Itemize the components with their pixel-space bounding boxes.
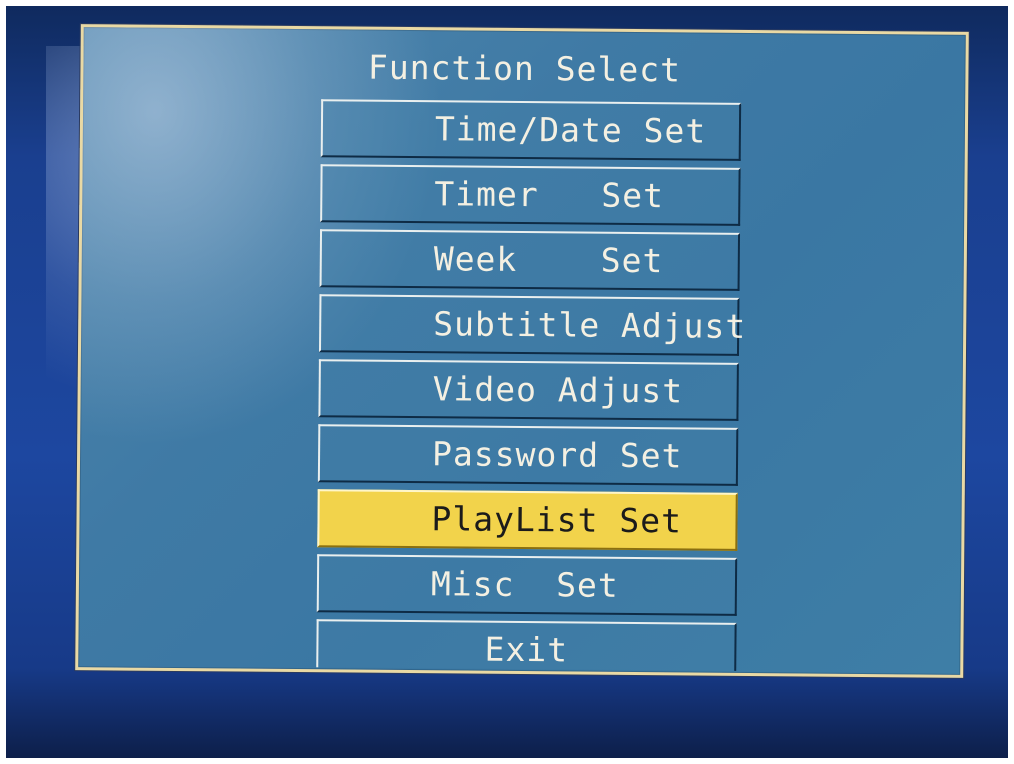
menu-item-label: Subtitle Adjust xyxy=(433,304,747,346)
menu-item-label: Timer Set xyxy=(434,174,665,216)
menu-item-label: Time/Date Set xyxy=(434,109,707,151)
menu-item-time-date-set[interactable]: Time/Date Set xyxy=(320,99,742,161)
menu-item-playlist-set[interactable]: PlayList Set xyxy=(317,489,738,551)
menu-item-timer-set[interactable]: Timer Set xyxy=(320,164,741,226)
tv-screen: Function Select Time/Date Set Timer Set … xyxy=(6,6,1008,758)
menu-item-label: Week Set xyxy=(433,239,664,281)
menu-item-label: PlayList Set xyxy=(431,499,683,541)
menu-item-misc-set[interactable]: Misc Set xyxy=(316,554,738,616)
menu-title: Function Select xyxy=(367,47,682,90)
menu-item-video-adjust[interactable]: Video Adjust xyxy=(318,359,739,421)
menu-list: Time/Date Set Timer Set Week Set Subtitl… xyxy=(316,99,746,678)
menu-item-label: Password Set xyxy=(431,434,683,476)
menu-item-week-set[interactable]: Week Set xyxy=(319,229,741,291)
menu-item-password-set[interactable]: Password Set xyxy=(317,424,739,486)
menu-item-subtitle-adjust[interactable]: Subtitle Adjust xyxy=(318,294,746,356)
menu-item-label: Exit xyxy=(484,629,569,670)
function-select-panel: Function Select Time/Date Set Timer Set … xyxy=(75,24,969,678)
menu-item-label: Misc Set xyxy=(430,564,619,605)
menu-item-label: Video Adjust xyxy=(432,369,684,411)
menu-item-exit[interactable]: Exit xyxy=(316,619,737,671)
